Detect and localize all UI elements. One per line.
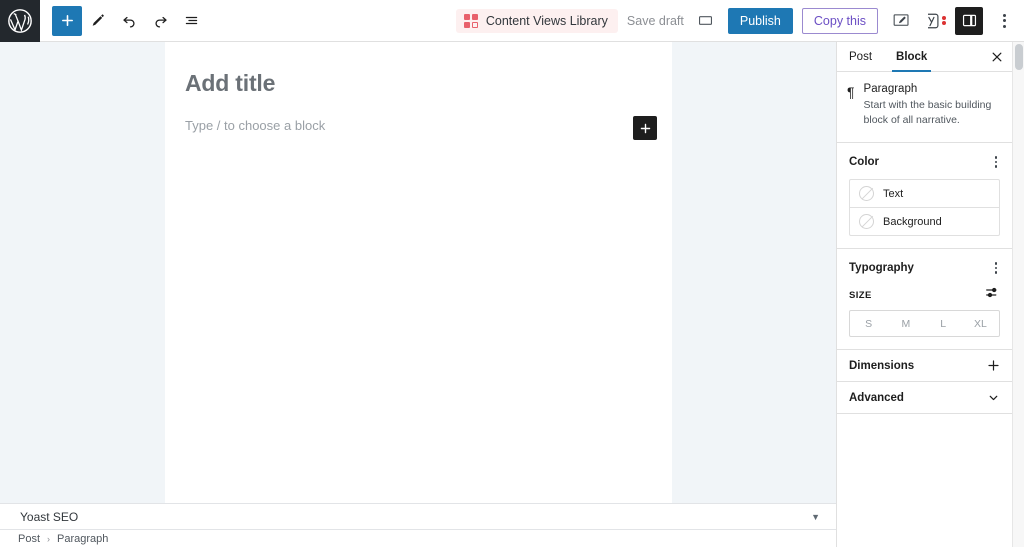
redo-button[interactable] — [145, 6, 175, 36]
close-icon[interactable] — [982, 42, 1012, 71]
breadcrumb: Post › Paragraph — [0, 530, 836, 547]
wordpress-logo-icon[interactable] — [0, 0, 40, 42]
breadcrumb-item-post[interactable]: Post — [18, 533, 40, 545]
editor-canvas: Add title Type / to choose a block — [0, 42, 836, 503]
font-size-label: SIZE — [849, 290, 872, 301]
font-size-option-xl[interactable]: XL — [962, 311, 999, 336]
editor-toolbar: Content Views Library Save draft Publish… — [0, 0, 1024, 42]
block-paragraph-input[interactable]: Type / to choose a block — [185, 118, 325, 133]
copy-this-button[interactable]: Copy this — [802, 8, 878, 34]
post-title-input[interactable]: Add title — [185, 70, 275, 97]
yoast-status-dots — [942, 16, 946, 26]
color-options-list: Text Background — [849, 179, 1000, 236]
content-views-library-button[interactable]: Content Views Library — [456, 9, 618, 33]
save-draft-button[interactable]: Save draft — [627, 14, 684, 28]
scrollbar-thumb[interactable] — [1015, 44, 1023, 70]
typography-section-title: Typography — [849, 262, 914, 274]
no-color-icon — [859, 186, 874, 201]
block-description: Start with the basic building block of a… — [864, 98, 1000, 128]
tab-post[interactable]: Post — [837, 42, 884, 71]
breadcrumb-separator-icon: › — [47, 534, 50, 544]
dimensions-title: Dimensions — [849, 360, 914, 372]
typography-section: Typography SIZE S M L XL — [837, 249, 1012, 350]
undo-button[interactable] — [114, 6, 144, 36]
grid-squares-icon — [464, 14, 478, 28]
chevron-down-icon[interactable] — [987, 391, 1000, 404]
chevron-down-icon: ▼ — [791, 512, 836, 522]
content-views-library-label: Content Views Library — [486, 14, 608, 28]
no-color-icon — [859, 214, 874, 229]
paragraph-pilcrow-icon: ¶ — [847, 83, 855, 128]
settings-sidebar: Post Block ¶ Paragraph Start with the ba… — [836, 42, 1012, 547]
color-row-background-label: Background — [883, 216, 942, 228]
breadcrumb-item-paragraph[interactable]: Paragraph — [57, 533, 108, 545]
font-size-option-m[interactable]: M — [887, 311, 924, 336]
tools-pencil-button[interactable] — [83, 6, 113, 36]
block-inserter-button[interactable] — [633, 116, 657, 140]
typography-section-header: Typography — [849, 259, 1000, 276]
color-options-icon[interactable] — [992, 154, 1001, 170]
font-size-row: SIZE — [849, 287, 1000, 303]
sidebar-tabs: Post Block — [837, 42, 1012, 72]
tab-block[interactable]: Block — [884, 42, 939, 71]
advanced-title: Advanced — [849, 392, 904, 404]
list-view-button[interactable] — [176, 6, 206, 36]
settings-sidebar-toggle[interactable] — [955, 7, 983, 35]
edit-square-icon[interactable] — [887, 7, 915, 35]
color-section: Color Text Background — [837, 143, 1012, 249]
color-row-background[interactable]: Background — [850, 207, 999, 235]
sliders-icon[interactable] — [985, 285, 1000, 305]
yoast-seo-panel-toggle[interactable]: Yoast SEO ▼ — [0, 503, 836, 530]
wordpress-block-editor: Content Views Library Save draft Publish… — [0, 0, 1024, 547]
block-name: Paragraph — [864, 83, 1000, 95]
font-size-segmented-control: S M L XL — [849, 310, 1000, 337]
color-section-header: Color — [849, 153, 1000, 170]
font-size-option-l[interactable]: L — [925, 311, 962, 336]
sidebar-scrollbar[interactable] — [1012, 42, 1024, 547]
color-row-text-label: Text — [883, 188, 903, 200]
color-section-title: Color — [849, 156, 879, 168]
more-options-button[interactable] — [992, 7, 1016, 35]
toolbar-right-group: Content Views Library Save draft Publish… — [456, 7, 1024, 35]
advanced-section[interactable]: Advanced — [837, 382, 1012, 414]
publish-button[interactable]: Publish — [728, 8, 793, 34]
post-content-column: Add title Type / to choose a block — [165, 42, 672, 503]
yoast-seo-icon[interactable] — [924, 12, 946, 30]
yoast-seo-label: Yoast SEO — [0, 510, 78, 524]
dimensions-section[interactable]: Dimensions — [837, 350, 1012, 382]
font-size-option-s[interactable]: S — [850, 311, 887, 336]
add-block-button[interactable] — [52, 6, 82, 36]
color-row-text[interactable]: Text — [850, 180, 999, 207]
preview-monitor-icon[interactable] — [693, 8, 719, 34]
plus-icon[interactable] — [987, 359, 1000, 372]
toolbar-left-group — [40, 6, 206, 36]
block-info: ¶ Paragraph Start with the basic buildin… — [837, 72, 1012, 143]
typography-options-icon[interactable] — [992, 260, 1001, 276]
